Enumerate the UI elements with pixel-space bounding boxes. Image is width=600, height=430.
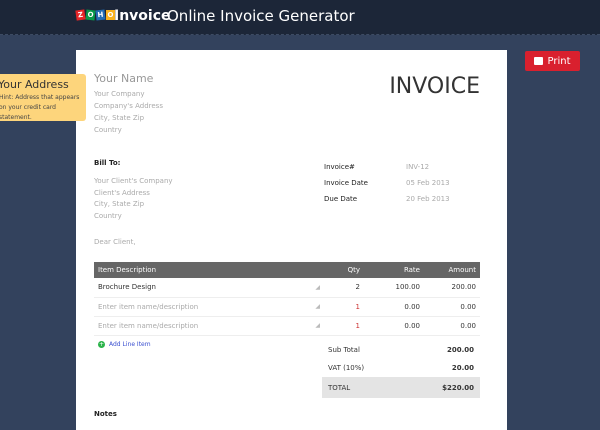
invoice-date-label: Invoice Date <box>324 179 368 187</box>
amount-value: 0.00 <box>424 316 480 336</box>
client-address-input[interactable]: Client's Address <box>94 188 173 200</box>
resize-handle-icon[interactable]: ◢ <box>304 297 324 317</box>
item-description-input[interactable]: Enter item name/description <box>94 297 304 317</box>
zoho-logo: Z O H O <box>75 9 115 21</box>
qty-input[interactable]: 2 <box>324 278 364 298</box>
resize-handle-icon[interactable]: ◢ <box>304 278 324 298</box>
header-amount: Amount <box>424 262 480 278</box>
vat-label[interactable]: VAT (10%) <box>328 364 364 372</box>
app-title: Online Invoice Generator <box>167 7 355 25</box>
invoice-heading: INVOICE <box>389 74 480 99</box>
client-company-input[interactable]: Your Client's Company <box>94 176 173 188</box>
subtotal-row: Sub Total 200.00 <box>322 341 480 359</box>
your-company-input[interactable]: Your Company <box>94 88 163 100</box>
logo-letter: H <box>95 9 106 21</box>
amount-value: 0.00 <box>424 297 480 317</box>
city-state-input[interactable]: City, State Zip <box>94 112 163 124</box>
total-row: TOTAL $220.00 <box>322 377 480 398</box>
vat-row: VAT (10%) 20.00 <box>322 359 480 377</box>
address-tooltip: Your Address Hint: Address that appears … <box>0 74 86 121</box>
company-address-input[interactable]: Company's Address <box>94 100 163 112</box>
rate-input[interactable]: 0.00 <box>364 316 424 336</box>
your-name-input[interactable]: Your Name <box>94 72 153 85</box>
logo-letter: Z <box>75 9 86 21</box>
qty-input[interactable]: 1 <box>324 316 364 336</box>
rate-input[interactable]: 0.00 <box>364 297 424 317</box>
table-row: Enter item name/description ◢ 1 0.00 0.0… <box>94 297 480 317</box>
invoice-number-label: Invoice# <box>324 163 355 171</box>
greeting-input[interactable]: Dear Client, <box>94 237 136 248</box>
notes-label: Notes <box>94 410 117 418</box>
tooltip-hint: Hint: Address that appears on your credi… <box>0 94 80 121</box>
total-label: TOTAL <box>328 383 351 392</box>
client-city-input[interactable]: City, State Zip <box>94 199 173 211</box>
line-items-table: Item Description Qty Rate Amount Brochur… <box>94 262 480 336</box>
subtotal-label: Sub Total <box>328 346 360 354</box>
table-row: Enter item name/description ◢ 1 0.00 0.0… <box>94 316 480 336</box>
print-label: Print <box>547 55 571 67</box>
plus-icon: + <box>98 341 105 348</box>
add-line-label: Add Line Item <box>109 341 151 348</box>
table-row: Brochure Design ◢ 2 100.00 200.00 <box>94 278 480 298</box>
due-date-label: Due Date <box>324 195 358 203</box>
add-line-item-button[interactable]: + Add Line Item <box>98 341 151 348</box>
qty-input[interactable]: 1 <box>324 297 364 317</box>
header-description: Item Description <box>94 262 304 278</box>
total-value: $220.00 <box>442 383 474 392</box>
print-button[interactable]: Print <box>525 51 580 71</box>
due-date-input[interactable]: 20 Feb 2013 <box>406 191 450 207</box>
logo-letter: O <box>85 9 96 21</box>
brand-name: Invoice <box>114 8 171 24</box>
invoice-paper: Your Name Your Company Company's Address… <box>76 50 507 430</box>
subtotal-value: 200.00 <box>446 346 474 354</box>
bill-to-label: Bill To: <box>94 159 121 167</box>
tooltip-title: Your Address <box>0 78 69 91</box>
header-qty: Qty <box>324 262 364 278</box>
item-description-input[interactable]: Brochure Design <box>94 278 304 298</box>
rate-input[interactable]: 100.00 <box>364 278 424 298</box>
resize-handle-icon[interactable]: ◢ <box>304 316 324 336</box>
item-description-input[interactable]: Enter item name/description <box>94 316 304 336</box>
amount-value: 200.00 <box>424 278 480 298</box>
header-rate: Rate <box>364 262 424 278</box>
invoice-number-input[interactable]: INV-12 <box>406 159 429 175</box>
country-input[interactable]: Country <box>94 124 163 136</box>
client-country-input[interactable]: Country <box>94 211 173 223</box>
vat-value: 20.00 <box>451 364 474 372</box>
top-bar: Z O H O Invoice Online Invoice Generator <box>0 0 600 35</box>
invoice-date-input[interactable]: 05 Feb 2013 <box>406 175 450 191</box>
printer-icon <box>534 57 544 65</box>
